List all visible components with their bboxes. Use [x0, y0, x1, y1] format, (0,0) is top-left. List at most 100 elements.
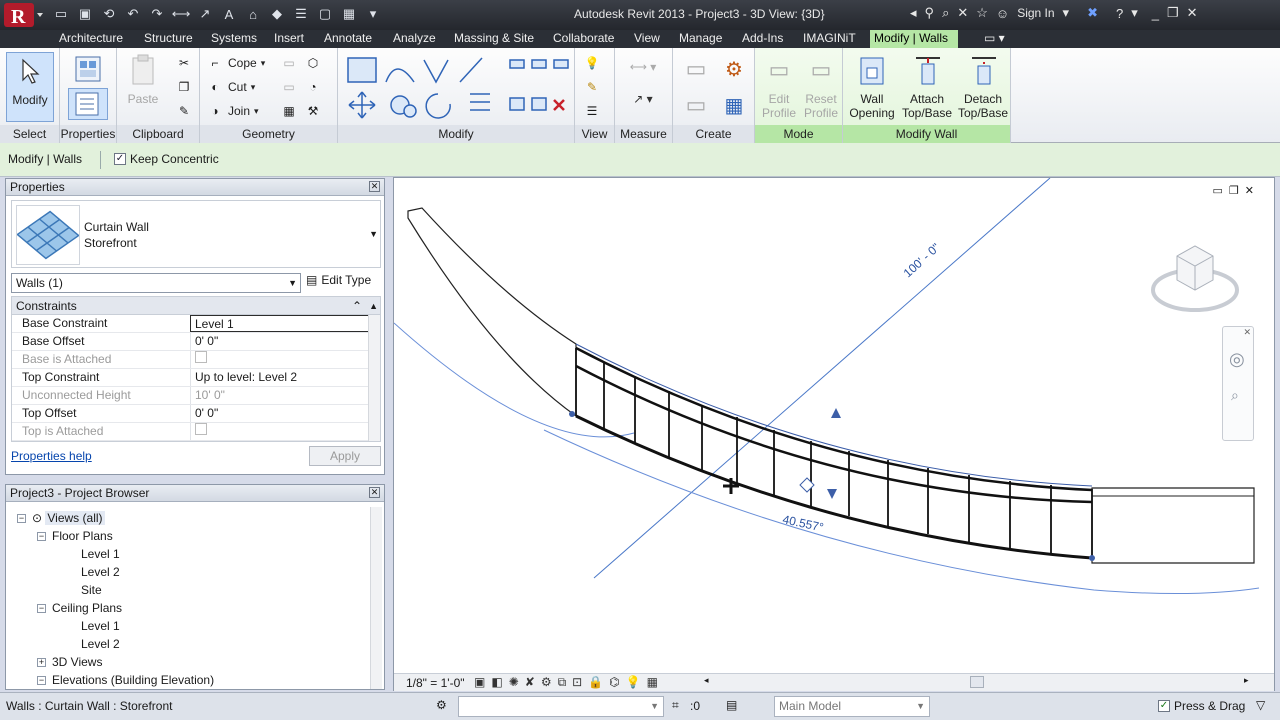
tab-add-ins[interactable]: Add-Ins: [738, 30, 787, 48]
close-icon[interactable]: ✕: [1243, 327, 1251, 338]
rendering-icon[interactable]: ⚙: [541, 675, 552, 690]
tree-node-site[interactable]: Site: [81, 581, 102, 599]
close-view-icon[interactable]: ✕: [1245, 184, 1254, 197]
view-scale[interactable]: 1/8" = 1'-0": [406, 676, 465, 690]
collapse-icon[interactable]: −: [37, 604, 46, 613]
worksets-icon[interactable]: ⚙: [436, 698, 447, 712]
tab-manage[interactable]: Manage: [675, 30, 726, 48]
tab-systems[interactable]: Systems: [207, 30, 261, 48]
search-icon[interactable]: ⌕: [942, 5, 949, 21]
curtain-wall-model[interactable]: 100' - 0" 40.557°: [394, 178, 1274, 672]
visual-style-icon[interactable]: ◧: [491, 675, 502, 690]
panel-label[interactable]: View: [575, 125, 614, 143]
top-constraint-field[interactable]: Up to level: Level 2: [190, 369, 380, 386]
tab-view[interactable]: View: [630, 30, 664, 48]
tree-node-floor-level-2[interactable]: Level 2: [81, 563, 120, 581]
viewcube-icon[interactable]: [1149, 238, 1241, 318]
tools-icon[interactable]: ✕: [957, 5, 968, 21]
filter-funnel-icon[interactable]: ▽: [1256, 698, 1265, 712]
tab-collaborate[interactable]: Collaborate: [549, 30, 618, 48]
create-parts-icon[interactable]: ▭: [681, 90, 711, 120]
crop-view-icon[interactable]: ⧉: [558, 675, 567, 690]
drawing-area-3d-view[interactable]: 100' - 0" 40.557° ▭ ❐ ✕ ◎ ⌕ ✕ 1/8" = 1'-…: [393, 177, 1275, 691]
keep-concentric-checkbox[interactable]: ✓ Keep Concentric: [114, 152, 219, 166]
panel-label[interactable]: Create: [673, 125, 754, 143]
split-face-icon[interactable]: ▭: [280, 54, 298, 72]
attach-top-base-button[interactable]: Attach Top/Base: [899, 52, 955, 120]
panel-label[interactable]: Clipboard: [117, 125, 199, 143]
left-wall[interactable]: [407, 207, 577, 418]
wall-end-grip[interactable]: [569, 411, 575, 417]
base-constraint-field[interactable]: Level 1: [190, 315, 380, 332]
tab-analyze[interactable]: Analyze: [389, 30, 440, 48]
cut-geometry-button[interactable]: ◐ Cut ▾: [206, 78, 255, 96]
create-group-icon[interactable]: ▭: [681, 54, 711, 84]
hammer-icon[interactable]: ⚒: [304, 102, 322, 120]
flip-arrow-down-icon[interactable]: [827, 489, 837, 499]
tab-imaginit[interactable]: IMAGINiT: [799, 30, 860, 48]
close-icon[interactable]: ✕: [369, 487, 380, 498]
create-assembly-icon[interactable]: ▦: [719, 90, 749, 120]
sync-icon[interactable]: ⟲: [100, 4, 118, 24]
scroll-left-icon[interactable]: ◂: [704, 675, 709, 686]
design-option-select[interactable]: Main Model ▼: [774, 696, 930, 717]
type-properties-button[interactable]: [68, 54, 108, 88]
scroll-right-icon[interactable]: ▸: [1244, 675, 1249, 686]
chevron-left-icon[interactable]: ◂: [910, 5, 917, 21]
press-drag-toggle[interactable]: ✓ Press & Drag: [1158, 699, 1245, 713]
paste-button[interactable]: Paste: [123, 52, 163, 106]
reveal-hidden-icon[interactable]: 💡: [626, 675, 641, 690]
properties-help-link[interactable]: Properties help: [11, 449, 92, 463]
canvas-scrollbar[interactable]: [1260, 182, 1270, 672]
tag-icon[interactable]: A: [220, 4, 238, 24]
detach-top-base-button[interactable]: Detach Top/Base: [955, 52, 1011, 120]
sign-in-link[interactable]: Sign In: [1017, 6, 1054, 20]
panel-label[interactable]: Measure: [615, 125, 672, 143]
cut-scissors-icon[interactable]: ✂: [175, 54, 193, 72]
save-icon[interactable]: ▣: [76, 4, 94, 24]
dropdown-icon[interactable]: ▾: [1063, 5, 1070, 21]
base-offset-field[interactable]: 0' 0": [190, 333, 380, 350]
panel-label[interactable]: Mode: [755, 125, 842, 143]
chevron-down-icon[interactable]: ▼: [369, 229, 378, 239]
exchange-icon[interactable]: ✖: [1087, 5, 1098, 21]
radius-dimension-label[interactable]: 100' - 0": [901, 240, 943, 280]
collapse-icon[interactable]: −: [37, 532, 46, 541]
close-window-icon[interactable]: ✕: [1187, 5, 1198, 21]
tab-insert[interactable]: Insert: [270, 30, 308, 48]
group-header-constraints[interactable]: Constraints ⌃ ▲: [12, 297, 380, 315]
tree-node-ceiling-plans[interactable]: − Ceiling Plans: [37, 599, 122, 617]
lock-view-icon[interactable]: 🔒: [588, 675, 603, 690]
wall-joins-icon[interactable]: ⬡: [304, 54, 322, 72]
flip-arrow-up-icon[interactable]: [831, 408, 841, 418]
panel-label[interactable]: Modify: [338, 125, 574, 143]
measure-distance-icon[interactable]: ⟷ ▾: [625, 58, 661, 76]
ribbon-minimize-icon[interactable]: ▭ ▾: [980, 30, 1009, 48]
show-crop-icon[interactable]: ⊡: [572, 675, 582, 690]
help-icon[interactable]: ?: [1116, 6, 1123, 21]
steering-wheel-icon[interactable]: ◎: [1229, 349, 1245, 370]
tab-annotate[interactable]: Annotate: [320, 30, 376, 48]
workset-select[interactable]: ▼: [458, 696, 664, 717]
properties-toggle-button[interactable]: [68, 88, 108, 120]
type-selector[interactable]: Curtain Wall Storefront ▼: [11, 200, 381, 268]
shadows-icon[interactable]: ✘: [525, 675, 535, 690]
application-menu-button[interactable]: R: [2, 1, 44, 29]
curtain-wall-top[interactable]: [575, 346, 1093, 492]
zoom-icon[interactable]: ⌕: [1231, 387, 1239, 404]
binoculars-icon[interactable]: ⚲: [925, 5, 935, 21]
editable-only-icon[interactable]: ▤: [726, 698, 737, 712]
redo-icon[interactable]: ↷: [148, 4, 166, 24]
temporary-hide-icon[interactable]: ⌬: [609, 675, 619, 690]
browser-scrollbar[interactable]: [370, 507, 382, 689]
tree-node-ceiling-level-2[interactable]: Level 2: [81, 635, 120, 653]
analytical-model-icon[interactable]: ▦: [647, 675, 658, 690]
tab-structure[interactable]: Structure: [140, 30, 197, 48]
top-offset-field[interactable]: 0' 0": [190, 405, 380, 422]
wall-end-grip[interactable]: [1089, 555, 1095, 561]
collapse-icon[interactable]: −: [37, 676, 46, 685]
dimension-icon[interactable]: ↗: [196, 4, 214, 24]
help-dropdown-icon[interactable]: ▾: [1131, 5, 1138, 21]
3d-view-icon[interactable]: ⌂: [244, 4, 262, 24]
properties-scrollbar[interactable]: [368, 315, 380, 441]
